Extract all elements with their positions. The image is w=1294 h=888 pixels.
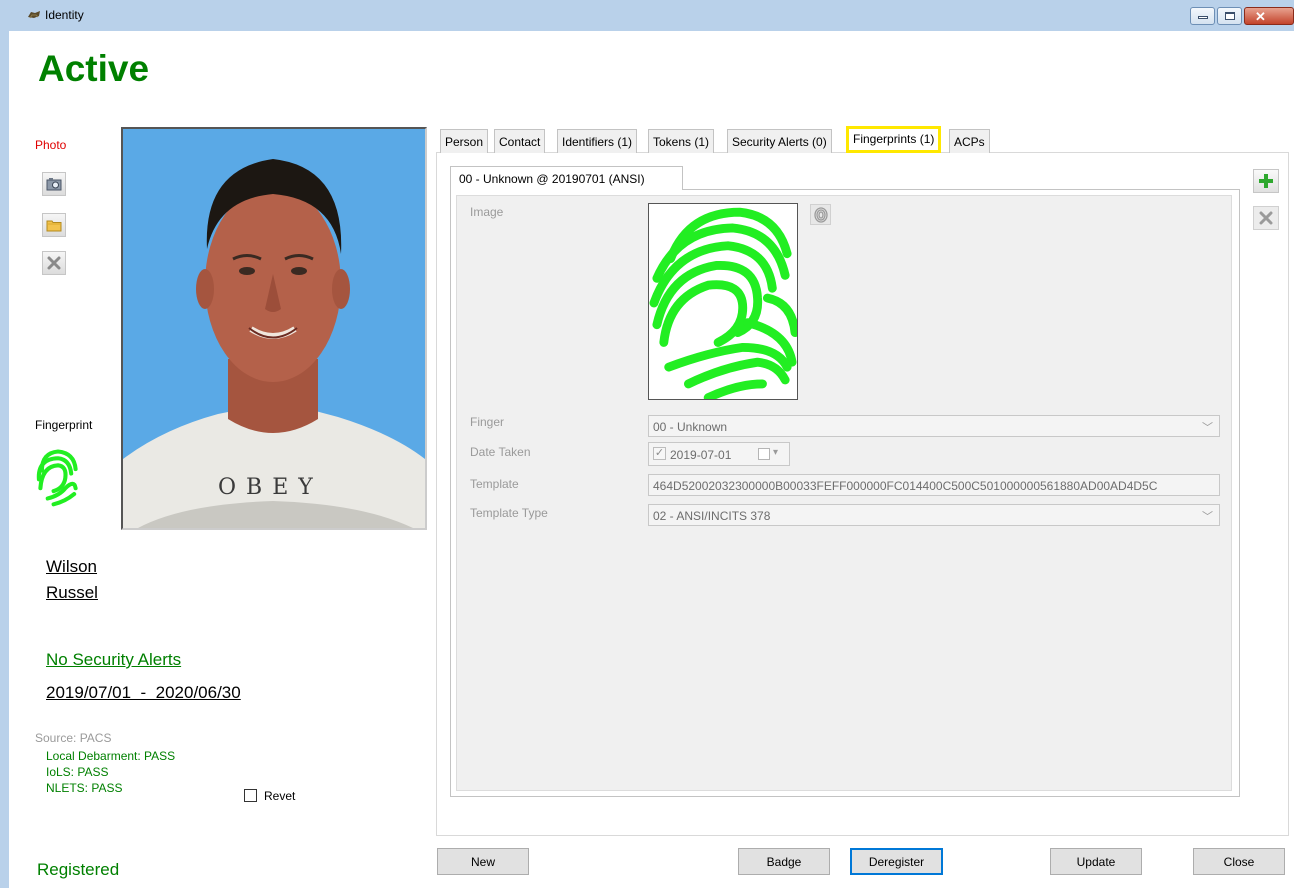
date-taken-value: 2019-07-01 [670, 448, 732, 462]
registration-status: Registered [37, 860, 120, 879]
tab-identifiers[interactable]: Identifiers (1) [557, 129, 638, 153]
first-name-link[interactable]: Russel [46, 583, 98, 603]
add-fingerprint-button[interactable] [1253, 169, 1279, 193]
source-label: Source: PACS [35, 731, 112, 745]
window-border [0, 0, 9, 888]
finger-label: Finger [470, 415, 505, 429]
validity-date-range[interactable]: 2019/07/01 - 2020/06/30 [46, 683, 241, 703]
revet-label: Revet [264, 789, 296, 803]
delete-fingerprint-button[interactable] [1253, 206, 1279, 230]
minimize-button[interactable] [1190, 7, 1215, 25]
deregister-button[interactable]: Deregister [850, 848, 943, 875]
delete-photo-button[interactable] [42, 251, 66, 275]
chevron-down-icon: ﹀ [1202, 422, 1213, 434]
local-debarment-status: Local Debarment: PASS [46, 749, 176, 763]
update-button[interactable]: Update [1050, 848, 1142, 875]
fingerprint-label: Fingerprint [35, 418, 93, 432]
template-type-value: 02 - ANSI/INCITS 378 [653, 509, 771, 523]
chevron-down-icon: ﹀ [1202, 511, 1213, 523]
status-heading: Active [38, 48, 150, 89]
maximize-icon [1225, 12, 1235, 20]
tab-person[interactable]: Person [440, 129, 489, 153]
template-field[interactable]: 464D52002032300000B00033FEFF000000FC0144… [648, 474, 1220, 496]
template-label: Template [470, 477, 519, 491]
tab-contact[interactable]: Contact [494, 129, 546, 153]
calendar-icon[interactable] [758, 448, 770, 460]
delete-icon [1259, 211, 1273, 225]
chevron-down-icon[interactable]: ▾ [773, 447, 778, 458]
folder-icon [46, 220, 62, 232]
revet-checkbox-box[interactable] [244, 789, 257, 802]
portrait-image: OBEY [123, 129, 425, 528]
close-icon: ✕ [1255, 9, 1266, 24]
fingerprint-image [648, 203, 798, 400]
title-bar[interactable]: Identity ✕ [0, 0, 1294, 31]
delete-icon [47, 256, 61, 270]
tab-tokens[interactable]: Tokens (1) [648, 129, 715, 153]
finger-select[interactable]: 00 - Unknown ﹀ [648, 415, 1220, 437]
fingerprint-icon [649, 207, 797, 399]
badge-button[interactable]: Badge [738, 848, 830, 875]
fingerprint-icon [36, 449, 78, 507]
tab-security-alerts[interactable]: Security Alerts (0) [727, 129, 832, 153]
scan-fingerprint-button[interactable] [810, 204, 831, 225]
close-button[interactable]: Close [1193, 848, 1285, 875]
open-photo-button[interactable] [42, 213, 66, 237]
iols-status: IoLS: PASS [46, 765, 109, 779]
minimize-icon [1198, 16, 1208, 19]
date-taken-picker[interactable]: ✓ 2019-07-01 ▾ [648, 442, 790, 466]
identity-photo: OBEY [121, 127, 427, 530]
template-type-label: Template Type [470, 506, 548, 520]
app-icon [28, 11, 40, 19]
security-alerts-link[interactable]: No Security Alerts [46, 650, 181, 670]
new-button[interactable]: New [437, 848, 529, 875]
finger-value: 00 - Unknown [653, 420, 728, 434]
window-title: Identity [45, 8, 84, 22]
image-label: Image [470, 205, 504, 219]
maximize-button[interactable] [1217, 7, 1242, 25]
camera-icon [46, 178, 62, 191]
photo-label: Photo [35, 138, 67, 152]
fingerprint-record-tab[interactable]: 00 - Unknown @ 20190701 (ANSI) [450, 166, 683, 190]
date-taken-checkbox[interactable]: ✓ [653, 447, 666, 460]
close-window-button[interactable]: ✕ [1244, 7, 1294, 25]
plus-icon [1259, 174, 1273, 188]
tab-acps[interactable]: ACPs [949, 129, 990, 153]
nlets-status: NLETS: PASS [46, 781, 123, 795]
fingerprint-scan-icon [814, 207, 828, 223]
template-type-select[interactable]: 02 - ANSI/INCITS 378 ﹀ [648, 504, 1220, 526]
last-name-link[interactable]: Wilson [46, 557, 97, 577]
capture-photo-button[interactable] [42, 172, 66, 196]
svg-text:OBEY: OBEY [218, 475, 323, 500]
tab-fingerprints[interactable]: Fingerprints (1) [846, 126, 942, 153]
date-taken-label: Date Taken [470, 445, 531, 459]
